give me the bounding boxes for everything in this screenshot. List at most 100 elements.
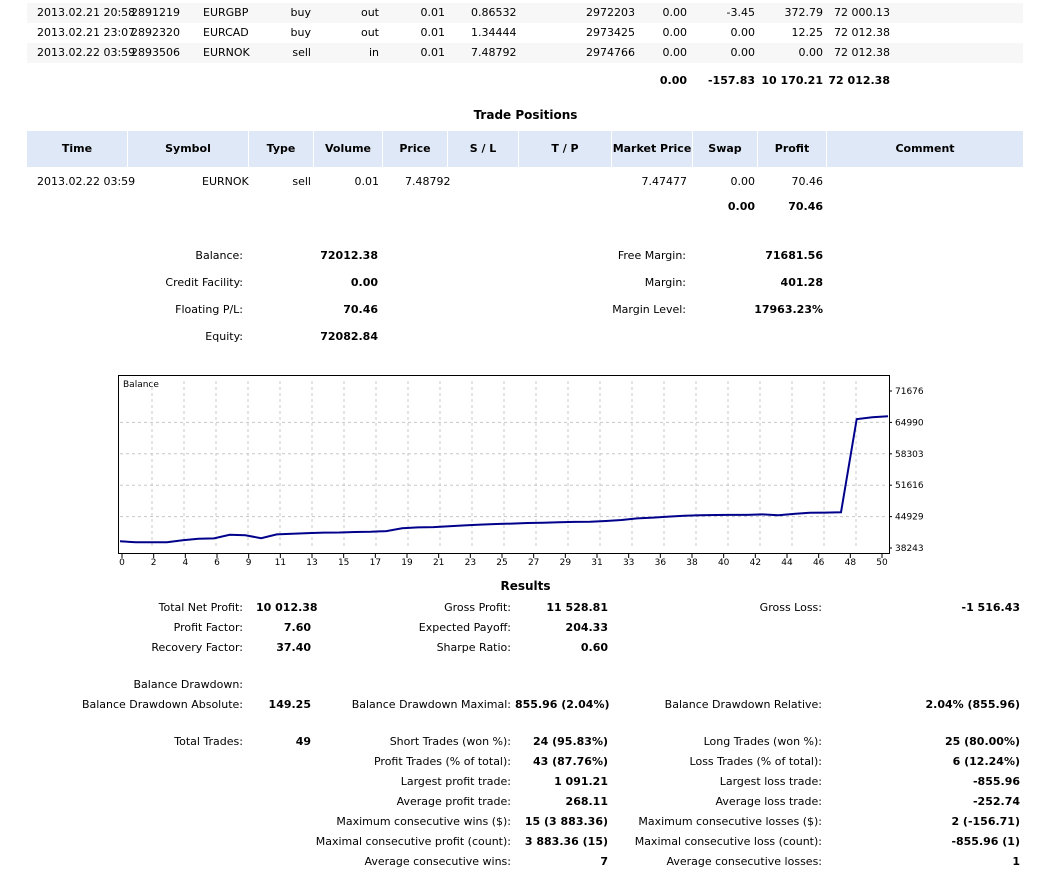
maximal-consec-profit-label: Maximal consecutive profit (count): [315, 835, 511, 848]
col-header-time: Time [61, 142, 93, 155]
total-trades-label: Total Trades: [174, 735, 243, 748]
maximal-consec-loss-value: -855.96 (1) [951, 835, 1020, 848]
deal-price: 1.34444 [471, 26, 517, 39]
credit-value: 0.00 [350, 276, 378, 289]
deal-id: 2891219 [131, 6, 180, 19]
table-row: 2013.02.22 03:59 2893506 EURNOK sell in … [27, 43, 1023, 63]
max-consec-losses-label: Maximum consecutive losses ($): [638, 815, 822, 828]
x-tick-label: 31 [591, 558, 602, 568]
chart-title: Balance [123, 380, 159, 390]
recovery-factor-label: Recovery Factor: [151, 641, 243, 654]
x-tick-label: 19 [401, 558, 413, 568]
profit-trades-value: 43 (87.76%) [532, 755, 608, 768]
gross-loss-label: Gross Loss: [759, 601, 822, 614]
section-title-positions: Trade Positions [473, 108, 578, 122]
avg-loss-value: -252.74 [972, 795, 1020, 808]
col-header-symbol: Symbol [165, 142, 211, 155]
deal-id: 2892320 [131, 26, 180, 39]
position-profit: 70.46 [791, 175, 824, 188]
avg-consec-losses-value: 1 [1012, 855, 1020, 868]
expected-payoff-value: 204.33 [565, 621, 608, 634]
floating-pl-label: Floating P/L: [175, 303, 243, 316]
balance-chart: Balance 0 2 4 6 9 11 13 15 17 19 21 23 25 27 29 31 33 36 3… [118, 375, 924, 568]
deal-direction: in [368, 46, 379, 59]
deal-commission: 0.00 [662, 6, 688, 19]
x-tick-label: 29 [560, 558, 572, 568]
y-tick-label: 38243 [895, 544, 924, 554]
deal-commission: 0.00 [662, 26, 688, 39]
margin-level-label: Margin Level: [612, 303, 686, 316]
total-trades-value: 49 [295, 735, 311, 748]
x-tick-label: 11 [275, 558, 286, 568]
deal-commission: 0.00 [662, 46, 688, 59]
loss-trades-value: 6 (12.24%) [952, 755, 1020, 768]
position-volume: 0.01 [354, 175, 380, 188]
credit-label: Credit Facility: [165, 276, 243, 289]
deal-order: 2973425 [586, 26, 635, 39]
position-price: 7.48792 [405, 175, 451, 188]
deal-direction: out [360, 26, 379, 39]
deal-type: buy [290, 6, 311, 19]
x-tick-label: 6 [214, 558, 220, 568]
y-tick-label: 58303 [895, 450, 924, 460]
bd-absolute-label: Balance Drawdown Absolute: [81, 698, 243, 711]
deal-price: 0.86532 [471, 6, 517, 19]
deal-volume: 0.01 [420, 46, 446, 59]
x-tick-label: 2 [151, 558, 157, 568]
max-consec-losses-value: 2 (-156.71) [951, 815, 1020, 828]
short-trades-value: 24 (95.83%) [532, 735, 608, 748]
table-row: 2013.02.21 20:58 2891219 EURGBP buy out … [27, 3, 1023, 23]
largest-loss-value: -855.96 [972, 775, 1020, 788]
y-tick-label: 51616 [895, 481, 924, 491]
deals-total-swap: -157.83 [707, 74, 755, 87]
max-consec-wins-label: Maximum consecutive wins ($): [336, 815, 511, 828]
sharpe-ratio-value: 0.60 [580, 641, 608, 654]
bd-absolute-value: 149.25 [268, 698, 311, 711]
bd-relative-value: 2.04% (855.96) [925, 698, 1021, 711]
x-tick-label: 4 [182, 558, 188, 568]
avg-consec-losses-label: Average consecutive losses: [666, 855, 822, 868]
deal-volume: 0.01 [420, 26, 446, 39]
position-swap: 0.00 [730, 175, 756, 188]
largest-profit-label: Largest profit trade: [400, 775, 511, 788]
equity-value: 72082.84 [320, 330, 378, 343]
profit-factor-value: 7.60 [283, 621, 311, 634]
deal-profit: 372.79 [784, 6, 824, 19]
col-header-tp: T / P [551, 142, 579, 155]
deal-swap: -3.45 [726, 6, 755, 19]
deal-symbol: EURCAD [203, 26, 249, 39]
deal-order: 2974766 [586, 46, 635, 59]
profit-factor-label: Profit Factor: [173, 621, 243, 634]
margin-label: Margin: [644, 276, 686, 289]
free-margin-label: Free Margin: [617, 249, 686, 262]
x-tick-label: 23 [465, 558, 476, 568]
x-tick-label: 42 [750, 558, 761, 568]
margin-value: 401.28 [780, 276, 823, 289]
floating-pl-value: 70.46 [343, 303, 378, 316]
profit-trades-label: Profit Trades (% of total): [373, 755, 511, 768]
col-header-swap: Swap [708, 142, 742, 155]
deal-time: 2013.02.22 03:59 [37, 46, 136, 59]
largest-loss-label: Largest loss trade: [719, 775, 822, 788]
col-header-market-price: Market Price [612, 142, 692, 155]
col-header-price: Price [399, 142, 431, 155]
total-net-profit-value: 10 012.38 [256, 601, 318, 614]
avg-profit-value: 268.11 [565, 795, 608, 808]
max-consec-wins-value: 15 (3 883.36) [524, 815, 608, 828]
x-tick-label: 50 [876, 558, 888, 568]
deal-direction: out [360, 6, 379, 19]
positions-total-profit: 70.46 [788, 200, 823, 213]
x-tick-label: 13 [306, 558, 317, 568]
bd-relative-label: Balance Drawdown Relative: [664, 698, 822, 711]
margin-level-value: 17963.23% [754, 303, 823, 316]
total-net-profit-label: Total Net Profit: [158, 601, 243, 614]
avg-consec-wins-label: Average consecutive wins: [364, 855, 511, 868]
sharpe-ratio-label: Sharpe Ratio: [436, 641, 511, 654]
section-title-results: Results [500, 579, 551, 593]
equity-label: Equity: [205, 330, 243, 343]
deal-time: 2013.02.21 23:07 [37, 26, 136, 39]
short-trades-label: Short Trades (won %): [389, 735, 511, 748]
col-header-profit: Profit [774, 142, 810, 155]
y-tick-label: 64990 [895, 418, 924, 428]
deal-type: buy [290, 26, 311, 39]
